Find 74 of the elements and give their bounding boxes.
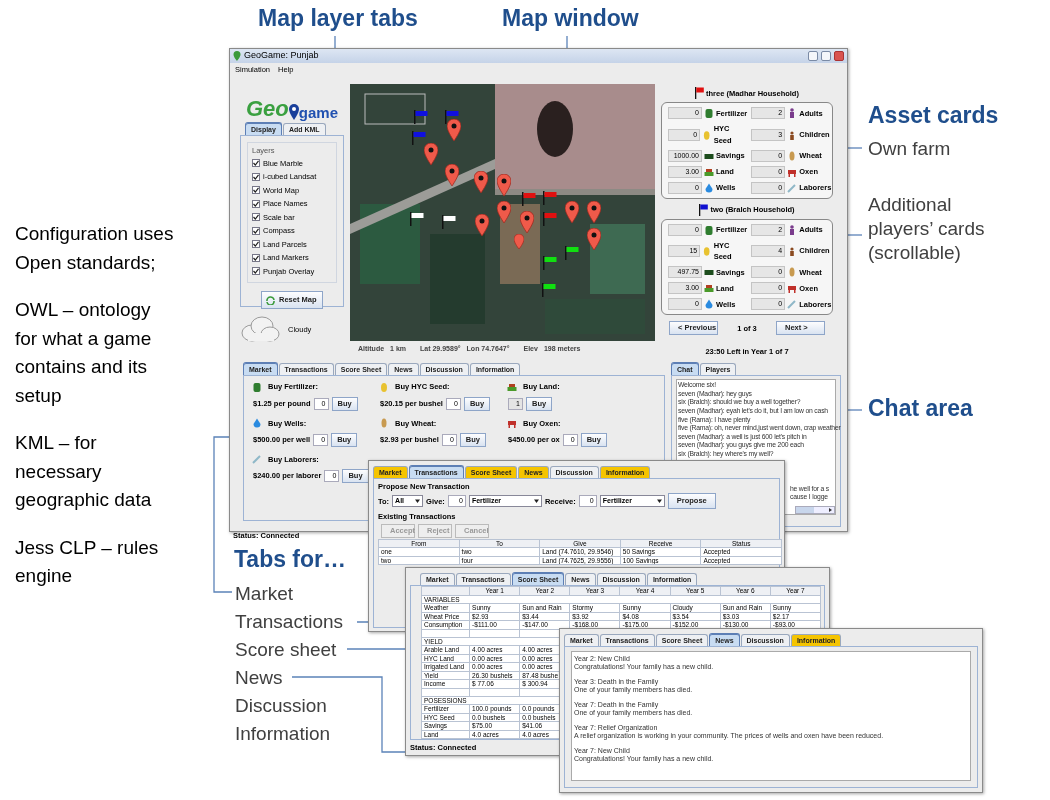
callout-heading: Asset cards	[868, 103, 999, 129]
land-icon	[704, 283, 714, 294]
flag-icon	[543, 212, 557, 227]
corn-icon	[379, 381, 389, 392]
checkbox[interactable]	[252, 226, 260, 235]
window-title: GeoGame: Punjab	[244, 49, 320, 63]
map-pin-icon	[587, 201, 601, 224]
ox-icon	[787, 283, 798, 294]
wheat-icon	[379, 418, 389, 429]
flag-icon	[410, 212, 424, 227]
map-pin-icon	[474, 171, 488, 194]
callout-heading: Map layer tabs	[258, 6, 418, 32]
map-pin-icon	[447, 119, 461, 142]
scrollbar	[795, 506, 835, 515]
callout-text: Transactions	[235, 610, 344, 634]
checkbox[interactable]	[252, 213, 260, 222]
callout-heading: Map window	[502, 6, 639, 32]
flag-icon	[565, 246, 579, 261]
map-pin-icon	[475, 214, 489, 237]
sack-icon	[252, 381, 262, 392]
corn-icon	[702, 246, 712, 256]
callout-text: Score sheet	[235, 638, 338, 662]
flag-icon	[543, 191, 557, 206]
checkbox[interactable]	[252, 199, 260, 208]
flag-icon	[543, 256, 557, 271]
sack-icon	[704, 224, 714, 235]
flag-icon	[412, 131, 426, 146]
maximize-icon[interactable]	[821, 51, 831, 61]
flag-icon	[414, 110, 428, 125]
corn-icon	[702, 129, 712, 140]
checkbox[interactable]	[252, 240, 260, 249]
note-paragraph: KML – for necessary geographic data	[15, 431, 153, 512]
flag-icon	[542, 283, 556, 298]
callout-heading: Tabs for…	[234, 547, 347, 573]
flag-icon	[442, 215, 456, 230]
map-pin-icon	[497, 174, 511, 197]
checkbox[interactable]	[252, 186, 260, 195]
money-icon	[704, 267, 714, 278]
water-drop-icon	[704, 182, 714, 193]
note-paragraph: Jess CLP – rules engine	[15, 535, 160, 588]
sack-icon	[704, 108, 714, 119]
cloud-icon	[240, 315, 280, 344]
logo-pin-icon	[288, 104, 299, 121]
logo-text: Geo	[246, 98, 289, 121]
close-icon[interactable]	[834, 51, 844, 61]
logo-text: game	[298, 105, 338, 121]
refresh-icon	[266, 295, 275, 305]
land-icon	[704, 166, 714, 177]
water-drop-icon	[252, 418, 262, 429]
map-pin-icon	[587, 228, 601, 251]
callout-text: Information	[235, 722, 332, 746]
callout-heading: Chat area	[868, 396, 973, 422]
checkbox[interactable]	[252, 253, 260, 262]
flag-icon	[522, 192, 536, 207]
checkbox[interactable]	[252, 159, 260, 168]
map-pin-icon	[445, 164, 459, 187]
map-pin-icon	[565, 201, 579, 224]
callout-text: Market	[235, 582, 295, 606]
ox-icon	[507, 418, 517, 429]
callout-text: Discussion	[235, 694, 328, 718]
land-icon	[507, 381, 517, 392]
callout-text: Additional players’ cards (scrollable)	[868, 193, 986, 265]
map-pin-icon	[497, 201, 511, 224]
checkbox[interactable]	[252, 172, 260, 181]
map-pin-icon	[424, 143, 438, 166]
water-drop-icon	[704, 299, 714, 310]
flag-icon	[445, 110, 459, 125]
callout-text: News	[235, 666, 284, 690]
note-paragraph: OWL – ontology for what a game contains and its setup	[15, 298, 153, 408]
checkbox[interactable]	[252, 267, 260, 276]
callout-text: Own farm	[868, 137, 951, 161]
note-paragraph: Configuration uses Open standards;	[15, 222, 175, 275]
minimize-icon[interactable]	[808, 51, 818, 61]
app-icon	[233, 51, 241, 61]
